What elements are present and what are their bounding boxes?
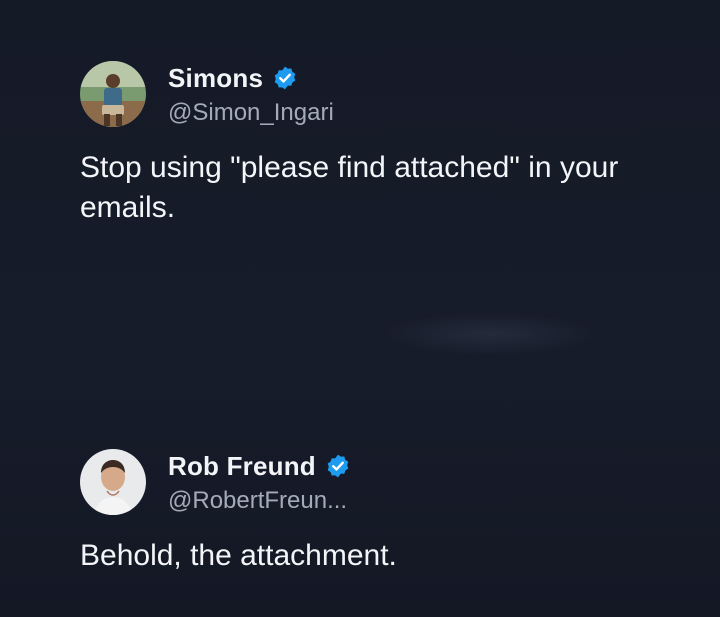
avatar-simons[interactable]: [80, 61, 146, 127]
display-name[interactable]: Simons: [168, 63, 263, 94]
avatar-rob-freund[interactable]: [80, 449, 146, 515]
author-text: Rob Freund @RobertFreun...: [168, 449, 351, 515]
handle[interactable]: @Simon_Ingari: [168, 99, 334, 127]
display-name[interactable]: Rob Freund: [168, 451, 316, 482]
tweet-rob-freund[interactable]: Rob Freund @RobertFreun... Behold, the a…: [80, 446, 680, 576]
author-row: Simons @Simon_Ingari: [80, 58, 680, 130]
screenshot-canvas: Simons @Simon_Ingari Stop using "please …: [0, 0, 720, 617]
name-line: Rob Freund: [168, 449, 351, 483]
tweet-text: Behold, the attachment.: [80, 539, 397, 572]
verified-badge-icon: [272, 65, 298, 91]
name-line: Simons: [168, 61, 334, 95]
author-row: Rob Freund @RobertFreun...: [80, 446, 680, 518]
tweet-text: Stop using "please find attached" in you…: [80, 151, 619, 224]
tweet-simons[interactable]: Simons @Simon_Ingari Stop using "please …: [80, 58, 680, 228]
handle[interactable]: @RobertFreun...: [168, 487, 351, 515]
author-text: Simons @Simon_Ingari: [168, 61, 334, 127]
verified-badge-icon: [325, 453, 351, 479]
image-artifact: [380, 312, 600, 356]
